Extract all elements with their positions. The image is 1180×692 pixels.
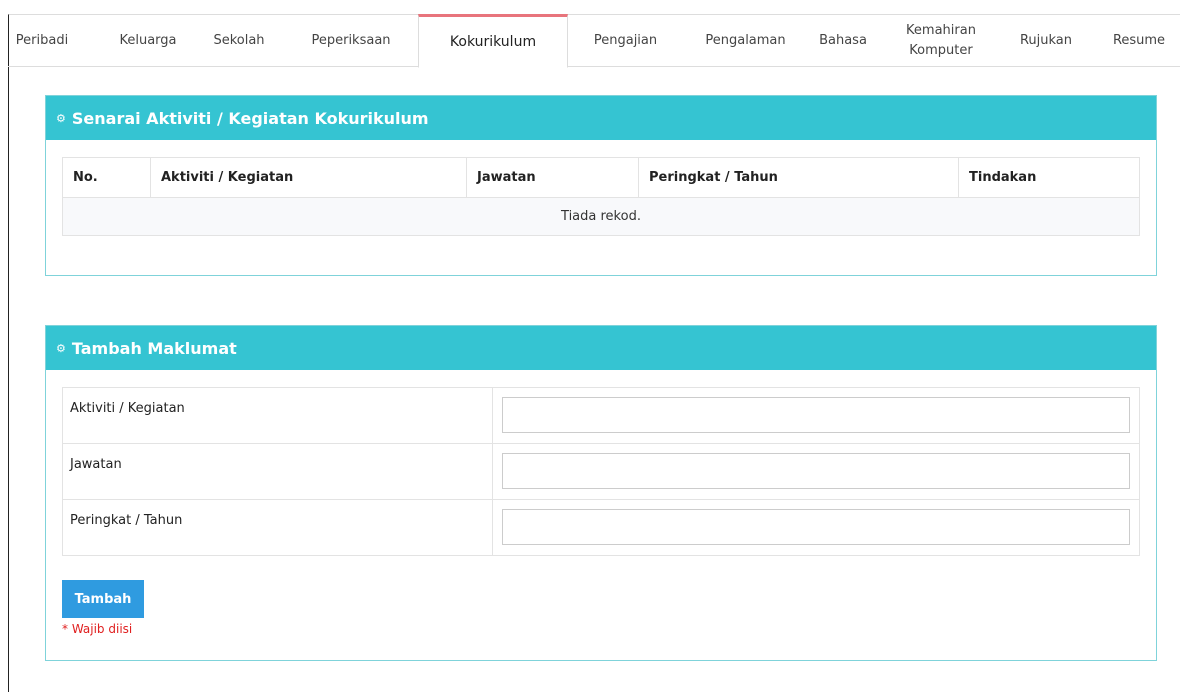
column-header: Jawatan <box>466 157 639 198</box>
add-info-panel: ⚙ Tambah Maklumat Aktiviti / Kegiatan Ja… <box>45 325 1157 661</box>
tab-sekolah[interactable]: Sekolah <box>204 14 274 67</box>
tab-kokurikulum[interactable]: Kokurikulum <box>418 14 568 68</box>
form-row: Aktiviti / Kegiatan <box>63 388 1139 444</box>
activity-input[interactable] <box>502 397 1130 433</box>
tab-pengajian[interactable]: Pengajian <box>583 14 668 67</box>
tab-rujukan[interactable]: Rujukan <box>1008 14 1084 67</box>
column-header: Aktiviti / Kegiatan <box>150 157 467 198</box>
form-row: Peringkat / Tahun <box>63 500 1139 555</box>
gears-icon: ⚙ <box>56 111 66 125</box>
tab-keluarga[interactable]: Keluarga <box>112 14 184 67</box>
table-header-row: No. Aktiviti / Kegiatan Jawatan Peringka… <box>62 157 1140 198</box>
position-input[interactable] <box>502 453 1130 489</box>
tab-peperiksaan[interactable]: Peperiksaan <box>300 14 402 67</box>
activity-list-panel: ⚙ Senarai Aktiviti / Kegiatan Kokurikulu… <box>45 95 1157 276</box>
tab-bahasa[interactable]: Bahasa <box>808 14 878 67</box>
field-label: Jawatan <box>63 444 493 499</box>
empty-message: Tiada rekod. <box>62 197 1140 236</box>
field-label: Aktiviti / Kegiatan <box>63 388 493 443</box>
panel-header: ⚙ Senarai Aktiviti / Kegiatan Kokurikulu… <box>46 96 1156 140</box>
add-button[interactable]: Tambah <box>62 580 144 618</box>
tab-peribadi[interactable]: Peribadi <box>8 14 76 67</box>
tab-pengalaman[interactable]: Pengalaman <box>693 14 798 67</box>
add-form: Aktiviti / Kegiatan Jawatan Peringkat / … <box>62 387 1140 556</box>
column-header: Peringkat / Tahun <box>638 157 959 198</box>
form-row: Jawatan <box>63 444 1139 500</box>
panel-title: Tambah Maklumat <box>71 338 237 358</box>
column-header: Tindakan <box>958 157 1140 198</box>
tab-resume[interactable]: Resume <box>1104 14 1174 67</box>
tab-bar: Peribadi Keluarga Sekolah Peperiksaan Ko… <box>8 14 1180 68</box>
tab-kemahiran-komputer[interactable]: Kemahiran Komputer <box>898 14 984 67</box>
table-row: Tiada rekod. <box>62 197 1140 236</box>
panel-header: ⚙ Tambah Maklumat <box>46 326 1156 370</box>
field-label: Peringkat / Tahun <box>63 500 493 555</box>
panel-title: Senarai Aktiviti / Kegiatan Kokurikulum <box>71 108 429 128</box>
activity-table: No. Aktiviti / Kegiatan Jawatan Peringka… <box>62 157 1140 236</box>
required-note: * Wajib diisi <box>62 622 133 636</box>
column-header: No. <box>62 157 151 198</box>
level-year-input[interactable] <box>502 509 1130 545</box>
gears-icon: ⚙ <box>56 341 66 355</box>
